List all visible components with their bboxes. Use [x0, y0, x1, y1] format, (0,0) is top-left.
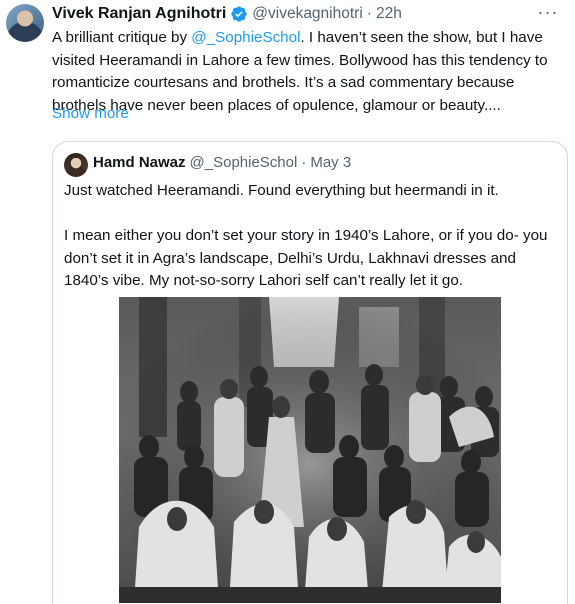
tweet-header: Vivek Ranjan Agnihotri @vivekagnihotri ·… — [52, 4, 402, 24]
verified-badge-icon — [231, 6, 247, 22]
quoted-text-line: I mean either you don’t set your story i… — [64, 227, 548, 245]
quoted-tweet[interactable]: Hamd Nawaz @_SophieSchol · May 3 Just wa… — [52, 141, 568, 604]
historical-photo-image — [119, 297, 501, 603]
quoted-tweet-text: Just watched Heeramandi. Found everythin… — [64, 180, 562, 293]
quoted-author-avatar[interactable] — [64, 153, 88, 177]
more-options-icon[interactable]: ··· — [535, 0, 561, 24]
attached-photo[interactable] — [119, 297, 501, 603]
show-more-link[interactable]: Show more — [52, 105, 129, 122]
quoted-tweet-header: Hamd Nawaz @_SophieSchol · May 3 — [93, 154, 351, 171]
tweet-text-line: A brilliant critique by @_SophieSchol. I… — [52, 29, 543, 46]
mention-link[interactable]: @_SophieSchol — [191, 29, 300, 46]
author-name[interactable]: Vivek Ranjan Agnihotri — [52, 5, 226, 23]
tweet-text: A brilliant critique by @_SophieSchol. I… — [52, 27, 564, 117]
tweet-time[interactable]: 22h — [376, 5, 402, 23]
author-avatar[interactable] — [6, 4, 44, 42]
quoted-text-line: 1840’s vibe. My not-so-sorry Lahori self… — [64, 272, 463, 290]
separator-dot: · — [301, 154, 307, 171]
tweet-text-line: romanticize courtesans and brothels. It’… — [52, 74, 515, 92]
quoted-author-name[interactable]: Hamd Nawaz — [93, 154, 186, 171]
quoted-author-handle[interactable]: @_SophieSchol — [190, 154, 298, 171]
quoted-text-line: don’t set it in Agra’s landscape, Delhi’… — [64, 249, 516, 267]
tweet-text-line: visited Heeramandi in Lahore a few times… — [52, 51, 548, 69]
quoted-text-line: Just watched Heeramandi. Found everythin… — [64, 182, 499, 199]
tweet-card[interactable]: Vivek Ranjan Agnihotri @vivekagnihotri ·… — [0, 0, 575, 604]
quoted-tweet-date[interactable]: May 3 — [310, 154, 351, 171]
separator-dot: · — [366, 5, 372, 22]
author-handle[interactable]: @vivekagnihotri — [252, 5, 363, 23]
